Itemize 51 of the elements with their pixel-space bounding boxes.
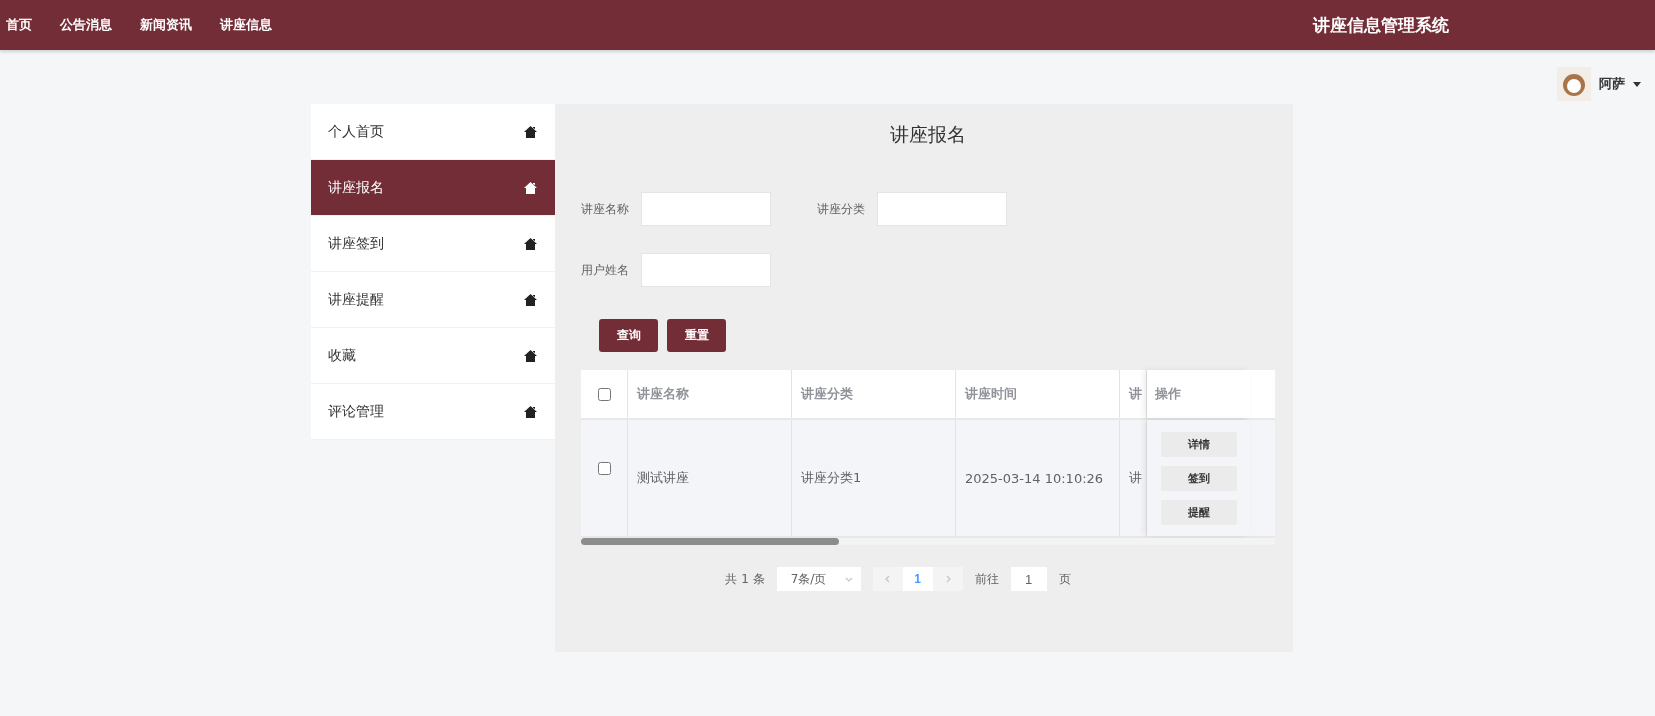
- select-all-checkbox[interactable]: [597, 387, 611, 401]
- scrollbar-thumb[interactable]: [581, 538, 839, 545]
- nav-link[interactable]: 讲座信息: [220, 16, 272, 34]
- column-header: 操作: [1154, 385, 1181, 403]
- action-button[interactable]: 提醒: [1160, 499, 1237, 525]
- column-header: 讲: [1120, 370, 1147, 418]
- avatar-icon[interactable]: [1557, 67, 1591, 101]
- nav-link[interactable]: 首页: [6, 16, 32, 34]
- sidebar-item[interactable]: 讲座签到: [311, 216, 555, 272]
- site-title: 讲座信息管理系统: [1313, 13, 1449, 37]
- field-label: 讲座名称: [581, 200, 630, 218]
- row-checkbox[interactable]: [597, 461, 611, 475]
- sidebar-item[interactable]: 评论管理: [311, 384, 555, 440]
- total-count: 共 1 条: [725, 570, 765, 588]
- input-field[interactable]: [641, 253, 771, 287]
- caret-icon[interactable]: [1633, 81, 1641, 87]
- input-field[interactable]: [877, 192, 1007, 226]
- table-cell: 讲: [1120, 420, 1147, 536]
- chevron-down-icon: [844, 575, 853, 583]
- table-cell: 测试讲座: [628, 420, 792, 536]
- column-header: 讲座时间: [956, 370, 1120, 418]
- home-icon: [524, 293, 537, 306]
- nav-link[interactable]: 公告消息: [60, 16, 112, 34]
- reset-button[interactable]: 重置: [667, 319, 726, 352]
- column-header: 讲座名称: [628, 370, 792, 418]
- column-header: 讲座分类: [792, 370, 956, 418]
- home-icon: [524, 181, 537, 194]
- table-cell: 讲座分类1: [792, 420, 956, 536]
- input-field[interactable]: [641, 192, 771, 226]
- page-size-select[interactable]: 7条/页: [776, 567, 861, 591]
- user-name[interactable]: 阿萨: [1599, 75, 1625, 93]
- field-label: 用户姓名: [581, 261, 630, 279]
- action-button[interactable]: 签到: [1160, 465, 1237, 491]
- home-icon: [524, 125, 537, 138]
- sidebar-item[interactable]: 收藏: [311, 328, 555, 384]
- page-title: 讲座报名: [889, 122, 967, 147]
- home-icon: [524, 349, 537, 362]
- page-suffix: 页: [1058, 570, 1071, 588]
- home-icon: [524, 405, 537, 418]
- sidebar-item[interactable]: 讲座提醒: [311, 272, 555, 328]
- sidebar-item[interactable]: 个人首页: [311, 104, 555, 160]
- search-button[interactable]: 查询: [599, 319, 658, 352]
- goto-page-field[interactable]: 1: [1010, 567, 1047, 591]
- table-cell: 2025-03-14 10:10:26: [956, 420, 1120, 536]
- goto-label: 前往: [974, 570, 999, 588]
- home-icon: [524, 237, 537, 250]
- chevron-left-icon: [883, 575, 892, 583]
- field-label: 讲座分类: [817, 200, 866, 218]
- nav-link[interactable]: 新闻资讯: [140, 16, 192, 34]
- action-button[interactable]: 详情: [1160, 431, 1237, 457]
- sidebar-item[interactable]: 讲座报名: [311, 160, 555, 216]
